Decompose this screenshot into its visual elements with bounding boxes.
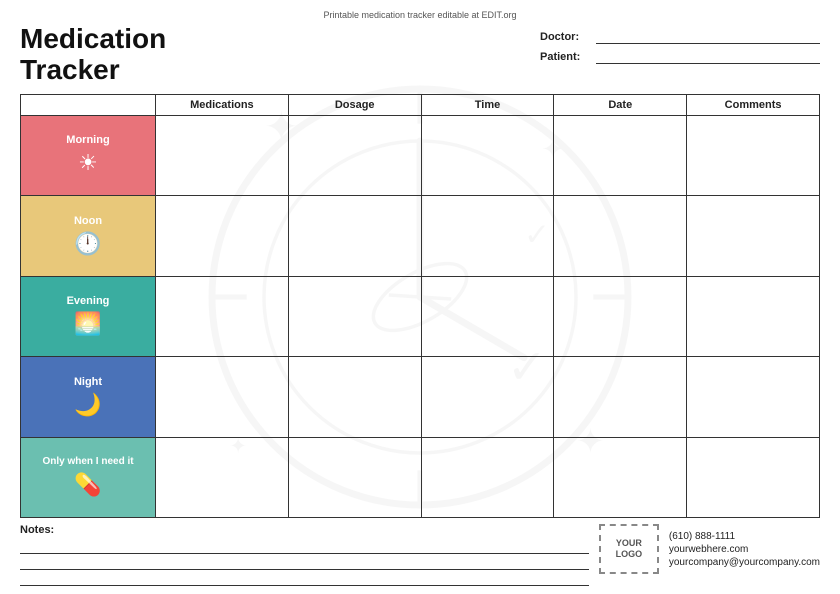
col-header-empty: [21, 95, 156, 115]
time-cell-only-when: Only when I need it 💊: [21, 438, 156, 517]
notes-line-3: [20, 574, 589, 586]
only-when-dosage[interactable]: [289, 438, 422, 517]
time-cell-morning: Morning ☀: [21, 116, 156, 195]
logo-line1: YOUR: [616, 538, 642, 549]
email: yourcompany@yourcompany.com: [669, 557, 820, 568]
only-when-date[interactable]: [554, 438, 687, 517]
noon-dosage[interactable]: [289, 196, 422, 275]
morning-medications[interactable]: [156, 116, 289, 195]
moon-icon: 🌙: [74, 392, 101, 418]
notes-label: Notes:: [20, 524, 589, 536]
footer-right: YOUR LOGO (610) 888-1111 yourwebhere.com…: [599, 524, 820, 574]
col-header-dosage: Dosage: [289, 95, 422, 115]
header-row: MedicationTracker Doctor: Patient:: [20, 24, 820, 86]
time-cell-evening: Evening 🌅: [21, 277, 156, 356]
logo-line2: LOGO: [616, 549, 643, 560]
only-when-medications[interactable]: [156, 438, 289, 517]
table-row-only-when: Only when I need it 💊: [21, 438, 820, 518]
only-when-comments[interactable]: [687, 438, 820, 517]
time-cell-night: Night 🌙: [21, 357, 156, 436]
tracker-table: Medications Dosage Time Date Comments Mo…: [20, 94, 820, 518]
evening-date[interactable]: [554, 277, 687, 356]
footer: Notes: YOUR LOGO (610) 888-1111 yourwebh…: [20, 518, 820, 586]
contact-info: (610) 888-1111 yourwebhere.com yourcompa…: [669, 531, 820, 568]
table-row-morning: Morning ☀: [21, 116, 820, 196]
patient-underline: [596, 50, 820, 64]
doctor-patient: Doctor: Patient:: [540, 24, 820, 64]
evening-time[interactable]: [422, 277, 555, 356]
noon-date[interactable]: [554, 196, 687, 275]
title-block: MedicationTracker: [20, 24, 166, 86]
patient-label: Patient:: [540, 51, 590, 63]
table-row-evening: Evening 🌅: [21, 277, 820, 357]
night-medications[interactable]: [156, 357, 289, 436]
pill-icon: 💊: [74, 472, 101, 498]
top-bar: Printable medication tracker editable at…: [20, 10, 820, 20]
evening-medications[interactable]: [156, 277, 289, 356]
night-comments[interactable]: [687, 357, 820, 436]
noon-medications[interactable]: [156, 196, 289, 275]
sunset-icon: 🌅: [74, 311, 101, 337]
morning-time[interactable]: [422, 116, 555, 195]
noon-label: Noon: [74, 215, 102, 227]
page: Printable medication tracker editable at…: [0, 0, 840, 594]
evening-dosage[interactable]: [289, 277, 422, 356]
night-date[interactable]: [554, 357, 687, 436]
only-when-time[interactable]: [422, 438, 555, 517]
clock-icon: 🕛: [74, 231, 101, 257]
col-header-time: Time: [422, 95, 555, 115]
time-cell-noon: Noon 🕛: [21, 196, 156, 275]
table-row-night: Night 🌙: [21, 357, 820, 437]
evening-label: Evening: [67, 295, 110, 307]
morning-dosage[interactable]: [289, 116, 422, 195]
doctor-underline: [596, 30, 820, 44]
table-body: Morning ☀ Noon 🕛: [21, 116, 820, 518]
patient-line: Patient:: [540, 50, 820, 64]
night-label: Night: [74, 376, 102, 388]
evening-comments[interactable]: [687, 277, 820, 356]
col-header-date: Date: [554, 95, 687, 115]
morning-label: Morning: [66, 134, 109, 146]
only-when-label: Only when I need it: [42, 456, 133, 468]
notes-line-2: [20, 558, 589, 570]
logo-box: YOUR LOGO: [599, 524, 659, 574]
night-dosage[interactable]: [289, 357, 422, 436]
table-header-row: Medications Dosage Time Date Comments: [21, 95, 820, 116]
sun-icon: ☀: [78, 150, 98, 176]
morning-date[interactable]: [554, 116, 687, 195]
night-time[interactable]: [422, 357, 555, 436]
notes-section: Notes:: [20, 524, 589, 586]
morning-comments[interactable]: [687, 116, 820, 195]
doctor-label: Doctor:: [540, 31, 590, 43]
table-row-noon: Noon 🕛: [21, 196, 820, 276]
main-title: MedicationTracker: [20, 24, 166, 86]
phone-number: (610) 888-1111: [669, 531, 820, 542]
col-header-medications: Medications: [156, 95, 289, 115]
noon-time[interactable]: [422, 196, 555, 275]
notes-line-1: [20, 542, 589, 554]
noon-comments[interactable]: [687, 196, 820, 275]
website: yourwebhere.com: [669, 544, 820, 555]
col-header-comments: Comments: [687, 95, 820, 115]
doctor-line: Doctor:: [540, 30, 820, 44]
